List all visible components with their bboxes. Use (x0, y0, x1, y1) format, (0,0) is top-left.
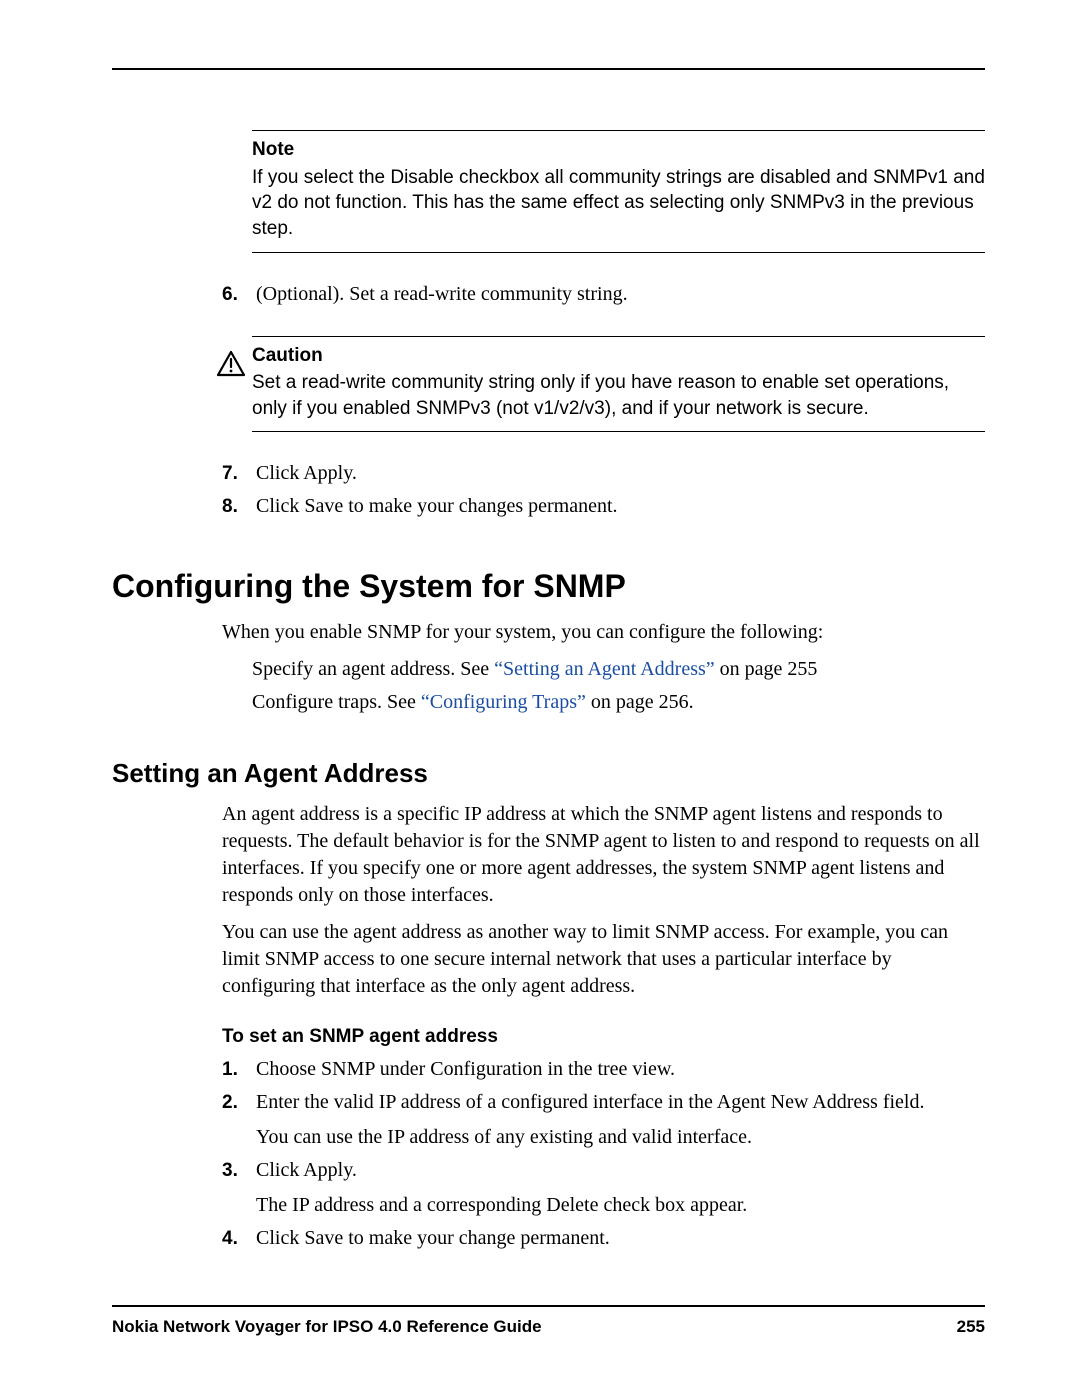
intro-paragraph: When you enable SNMP for your system, yo… (222, 619, 985, 646)
footer-rule (112, 1305, 985, 1307)
step-8: 8. Click Save to make your changes perma… (222, 493, 985, 520)
heading-configuring-system-for-snmp: Configuring the System for SNMP (112, 568, 985, 605)
note-body: If you select the Disable checkbox all c… (252, 165, 985, 242)
content-area: Note If you select the Disable checkbox … (112, 130, 985, 1252)
step-number: 6. (222, 281, 256, 308)
footer-title: Nokia Network Voyager for IPSO 4.0 Refer… (112, 1317, 542, 1337)
step-list: 7. Click Apply. 8. Click Save to make yo… (222, 460, 985, 520)
step-number: 7. (222, 460, 256, 487)
step-number: 4. (222, 1225, 256, 1252)
footer-bar: Nokia Network Voyager for IPSO 4.0 Refer… (112, 1317, 985, 1337)
bullet-text-pre: Specify an agent address. See (252, 658, 494, 680)
agent-step-list: 1. Choose SNMP under Configuration in th… (222, 1056, 985, 1252)
task-heading: To set an SNMP agent address (222, 1026, 985, 1048)
page: Note If you select the Disable checkbox … (0, 0, 1080, 1397)
bullet-text-pre: Configure traps. See (252, 691, 421, 713)
step-text: Click Save to make your change permanent… (256, 1225, 985, 1252)
step-text: Click Apply. (256, 460, 985, 487)
callout-top-rule (252, 336, 985, 337)
callout-bottom-rule (252, 252, 985, 253)
step-4: 4. Click Save to make your change perman… (222, 1225, 985, 1252)
step-number: 1. (222, 1056, 256, 1083)
step-text-main: Click Apply. (256, 1159, 357, 1181)
step-3: 3. Click Apply. The IP address and a cor… (222, 1157, 985, 1219)
caution-callout: Caution Set a read-write community strin… (222, 336, 985, 433)
xref-configuring-traps[interactable]: “Configuring Traps” (421, 691, 586, 713)
callout-bottom-rule (252, 431, 985, 432)
agent-paragraph-2: You can use the agent address as another… (222, 919, 985, 1000)
step-7: 7. Click Apply. (222, 460, 985, 487)
step-subtext: You can use the IP address of any existi… (256, 1124, 985, 1151)
step-text-main: Enter the valid IP address of a configur… (256, 1091, 925, 1113)
step-text: (Optional). Set a read-write community s… (256, 281, 985, 308)
header-rule (112, 68, 985, 70)
heading-setting-agent-address: Setting an Agent Address (112, 758, 985, 789)
intro-bullets: Specify an agent address. See “Setting a… (252, 654, 985, 718)
caution-icon (216, 350, 246, 378)
xref-setting-agent-address[interactable]: “Setting an Agent Address” (494, 658, 715, 680)
callout-top-rule (252, 130, 985, 131)
step-text: Choose SNMP under Configuration in the t… (256, 1056, 985, 1083)
caution-title: Caution (252, 343, 985, 369)
step-number: 2. (222, 1089, 256, 1151)
step-text: Click Save to make your changes permanen… (256, 493, 985, 520)
page-number: 255 (957, 1317, 985, 1337)
step-number: 8. (222, 493, 256, 520)
step-text: Enter the valid IP address of a configur… (256, 1089, 985, 1151)
step-6: 6. (Optional). Set a read-write communit… (222, 281, 985, 308)
note-callout: Note If you select the Disable checkbox … (222, 130, 985, 253)
step-1: 1. Choose SNMP under Configuration in th… (222, 1056, 985, 1083)
step-text: Click Apply. The IP address and a corres… (256, 1157, 985, 1219)
agent-paragraph-1: An agent address is a specific IP addres… (222, 801, 985, 909)
step-number: 3. (222, 1157, 256, 1219)
step-subtext: The IP address and a corresponding Delet… (256, 1192, 985, 1219)
step-2: 2. Enter the valid IP address of a confi… (222, 1089, 985, 1151)
list-item: Specify an agent address. See “Setting a… (252, 654, 985, 685)
step-list: 6. (Optional). Set a read-write communit… (222, 281, 985, 308)
bullet-text-post: on page 256. (586, 691, 694, 713)
page-footer: Nokia Network Voyager for IPSO 4.0 Refer… (112, 1305, 985, 1337)
note-title: Note (252, 137, 985, 163)
bullet-text-post: on page 255 (715, 658, 818, 680)
caution-body: Set a read-write community string only i… (252, 370, 985, 421)
list-item: Configure traps. See “Configuring Traps”… (252, 687, 985, 718)
